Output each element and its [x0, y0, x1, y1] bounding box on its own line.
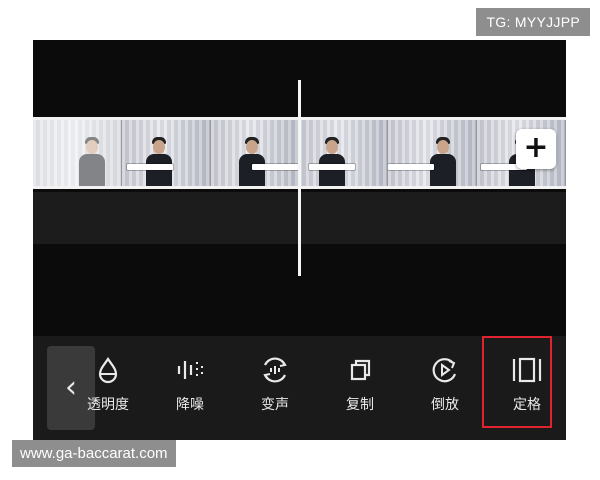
tool-opacity[interactable]: 透明度: [73, 356, 143, 414]
clip-thumbnail: [388, 120, 478, 186]
clip-thumbnail: [210, 120, 300, 186]
voice-change-icon: [263, 357, 287, 383]
clip-thumbnail: [33, 120, 122, 186]
tool-noise-reduction[interactable]: 降噪: [155, 356, 225, 414]
clip-thumbnail: [121, 120, 211, 186]
tool-copy[interactable]: 复制: [325, 356, 395, 414]
copy-icon: [350, 359, 371, 381]
tool-label: 倒放: [431, 397, 459, 413]
clip-thumbnail: [299, 120, 389, 186]
tool-label: 降噪: [176, 397, 204, 413]
tool-label: 变声: [261, 397, 289, 413]
tool-label: 复制: [346, 397, 374, 413]
add-clip-button[interactable]: +: [516, 129, 556, 169]
tool-voice-change[interactable]: 变声: [240, 356, 310, 414]
tg-watermark: TG: MYYJJPP: [476, 8, 590, 36]
edit-toolbar: ‹ 透明度 降噪 变声 复制 倒放 定格: [33, 336, 566, 440]
tool-reverse[interactable]: 倒放: [410, 356, 480, 414]
playhead-line[interactable]: [298, 80, 301, 276]
site-watermark: www.ga-baccarat.com: [12, 440, 176, 467]
noise-reduction-icon: [177, 361, 203, 379]
video-editor: + ‹ 透明度 降噪 变声 复制 倒放 定格: [33, 40, 566, 440]
freeze-frame-highlight: [482, 336, 552, 428]
reverse-play-icon: [432, 358, 457, 383]
opacity-drop-icon: [98, 357, 118, 384]
tool-label: 透明度: [87, 397, 129, 413]
